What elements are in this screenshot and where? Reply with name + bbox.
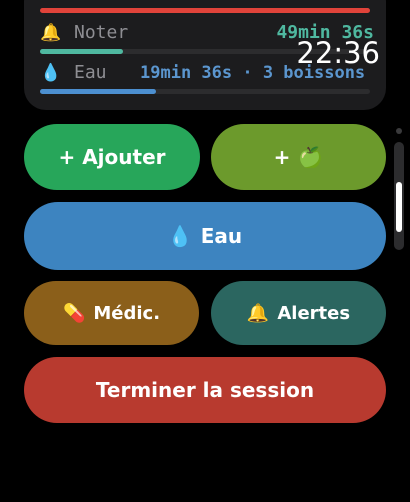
scroll-thumb[interactable] [396, 182, 402, 232]
noter-progress-fill [40, 49, 123, 54]
scroll-top-dot [396, 128, 402, 134]
noter-label: Noter [74, 22, 129, 43]
terminer-label: Terminer la session [95, 378, 315, 402]
alertes-button[interactable]: 🔔 Alertes [211, 281, 386, 345]
pill-icon: 💊 [62, 302, 86, 324]
green-apple-icon: 🍏 [298, 145, 324, 169]
terminer-session-button[interactable]: Terminer la session [24, 357, 386, 423]
scroll-indicator[interactable] [394, 142, 404, 250]
medic-button[interactable]: 💊 Médic. [24, 281, 199, 345]
water-drop-icon: 💧 [40, 63, 62, 83]
plus-label: + [273, 145, 291, 169]
ajouter-label: + Ajouter [58, 145, 166, 169]
bell-icon: 🔔 [40, 23, 62, 43]
add-apple-button[interactable]: + 🍏 [211, 124, 386, 190]
previous-progress-bar [40, 8, 370, 13]
eau-progress-fill [40, 89, 156, 94]
water-drop-icon: 💧 [167, 224, 193, 248]
clock: 22:36 [296, 36, 380, 70]
eau-button-label: Eau [200, 224, 243, 248]
alertes-label: Alertes [277, 302, 351, 324]
bell-icon: 🔔 [246, 302, 270, 324]
ajouter-button[interactable]: + Ajouter [24, 124, 200, 190]
eau-label: Eau [74, 62, 107, 83]
medic-label: Médic. [93, 302, 161, 324]
eau-progress-track [40, 89, 370, 94]
eau-button[interactable]: 💧 Eau [24, 202, 386, 270]
watch-screen: 🔔 Noter 49min 36s 💧 Eau 19min 36s · 3 bo… [0, 0, 410, 502]
